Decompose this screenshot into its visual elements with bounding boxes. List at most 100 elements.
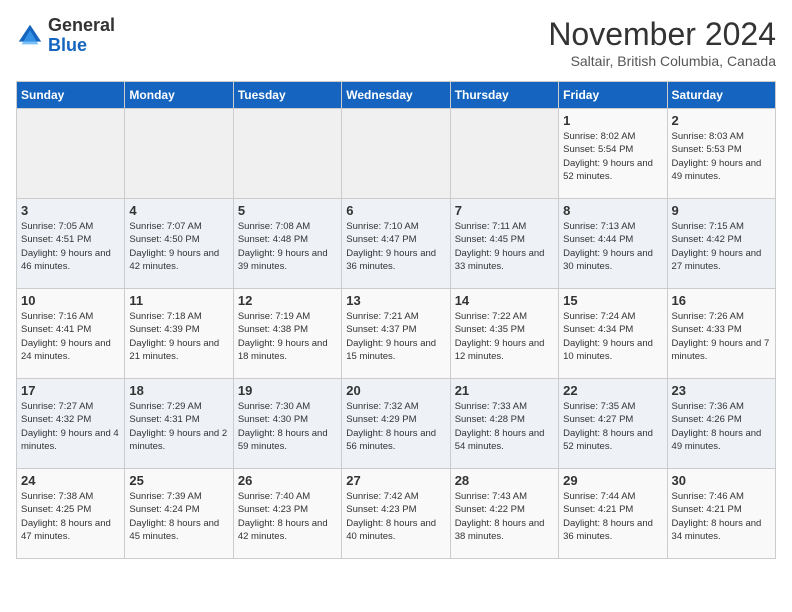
day-number: 2	[672, 113, 771, 128]
calendar-cell: 12 Sunrise: 7:19 AM Sunset: 4:38 PM Dayli…	[233, 289, 341, 379]
day-info: Sunrise: 7:19 AM Sunset: 4:38 PM Dayligh…	[238, 310, 337, 363]
day-info: Sunrise: 7:10 AM Sunset: 4:47 PM Dayligh…	[346, 220, 445, 273]
calendar-cell: 21Sunrise: 7:33 AM Sunset: 4:28 PM Dayli…	[450, 379, 558, 469]
column-header-monday: Monday	[125, 82, 233, 109]
column-header-wednesday: Wednesday	[342, 82, 450, 109]
calendar-cell: 10 Sunrise: 7:16 AM Sunset: 4:41 PM Dayli…	[17, 289, 125, 379]
day-number: 19	[238, 383, 337, 398]
day-info: Sunrise: 7:07 AM Sunset: 4:50 PM Dayligh…	[129, 220, 228, 273]
day-info: Sunrise: 8:03 AM Sunset: 5:53 PM Dayligh…	[672, 130, 771, 183]
calendar-cell: 11Sunrise: 7:18 AM Sunset: 4:39 PM Dayli…	[125, 289, 233, 379]
calendar-cell: 5 Sunrise: 7:08 AM Sunset: 4:48 PM Daylig…	[233, 199, 341, 289]
calendar-cell: 24Sunrise: 7:38 AM Sunset: 4:25 PM Dayli…	[17, 469, 125, 559]
day-number: 18	[129, 383, 228, 398]
day-number: 30	[672, 473, 771, 488]
day-number: 22	[563, 383, 662, 398]
calendar-cell: 27Sunrise: 7:42 AM Sunset: 4:23 PM Dayli…	[342, 469, 450, 559]
calendar-cell: 4 Sunrise: 7:07 AM Sunset: 4:50 PM Daylig…	[125, 199, 233, 289]
logo-text: General Blue	[48, 16, 115, 56]
day-info: Sunrise: 7:44 AM Sunset: 4:21 PM Dayligh…	[563, 490, 662, 543]
calendar-cell	[342, 109, 450, 199]
day-number: 5	[238, 203, 337, 218]
day-number: 17	[21, 383, 120, 398]
day-info: Sunrise: 7:35 AM Sunset: 4:27 PM Dayligh…	[563, 400, 662, 453]
calendar-cell: 25 Sunrise: 7:39 AM Sunset: 4:24 PM Dayli…	[125, 469, 233, 559]
calendar-cell	[125, 109, 233, 199]
calendar-cell: 23Sunrise: 7:36 AM Sunset: 4:26 PM Dayli…	[667, 379, 775, 469]
day-info: Sunrise: 7:27 AM Sunset: 4:32 PM Dayligh…	[21, 400, 120, 453]
column-header-saturday: Saturday	[667, 82, 775, 109]
day-number: 8	[563, 203, 662, 218]
day-number: 25	[129, 473, 228, 488]
day-number: 26	[238, 473, 337, 488]
logo-icon	[16, 22, 44, 50]
day-number: 28	[455, 473, 554, 488]
day-number: 1	[563, 113, 662, 128]
day-number: 4	[129, 203, 228, 218]
day-info: Sunrise: 7:43 AM Sunset: 4:22 PM Dayligh…	[455, 490, 554, 543]
day-number: 12	[238, 293, 337, 308]
calendar-cell: 1 Sunrise: 8:02 AM Sunset: 5:54 PM Daylig…	[559, 109, 667, 199]
calendar-cell: 13 Sunrise: 7:21 AM Sunset: 4:37 PM Dayli…	[342, 289, 450, 379]
column-header-tuesday: Tuesday	[233, 82, 341, 109]
day-number: 14	[455, 293, 554, 308]
day-info: Sunrise: 7:08 AM Sunset: 4:48 PM Dayligh…	[238, 220, 337, 273]
calendar-cell: 2 Sunrise: 8:03 AM Sunset: 5:53 PM Daylig…	[667, 109, 775, 199]
location-subtitle: Saltair, British Columbia, Canada	[548, 53, 776, 69]
day-number: 20	[346, 383, 445, 398]
day-number: 16	[672, 293, 771, 308]
day-number: 29	[563, 473, 662, 488]
calendar-header-row: SundayMondayTuesdayWednesdayThursdayFrid…	[17, 82, 776, 109]
calendar-week-row: 24Sunrise: 7:38 AM Sunset: 4:25 PM Dayli…	[17, 469, 776, 559]
day-info: Sunrise: 7:05 AM Sunset: 4:51 PM Dayligh…	[21, 220, 120, 273]
page-header: General Blue November 2024 Saltair, Brit…	[16, 16, 776, 69]
day-info: Sunrise: 7:21 AM Sunset: 4:37 PM Dayligh…	[346, 310, 445, 363]
calendar-cell: 18 Sunrise: 7:29 AM Sunset: 4:31 PM Dayli…	[125, 379, 233, 469]
logo: General Blue	[16, 16, 115, 56]
calendar-cell: 8 Sunrise: 7:13 AM Sunset: 4:44 PM Daylig…	[559, 199, 667, 289]
calendar-cell: 7Sunrise: 7:11 AM Sunset: 4:45 PM Daylig…	[450, 199, 558, 289]
day-info: Sunrise: 7:16 AM Sunset: 4:41 PM Dayligh…	[21, 310, 120, 363]
day-info: Sunrise: 7:24 AM Sunset: 4:34 PM Dayligh…	[563, 310, 662, 363]
day-info: Sunrise: 7:32 AM Sunset: 4:29 PM Dayligh…	[346, 400, 445, 453]
calendar-cell: 9Sunrise: 7:15 AM Sunset: 4:42 PM Daylig…	[667, 199, 775, 289]
calendar-cell: 28 Sunrise: 7:43 AM Sunset: 4:22 PM Dayli…	[450, 469, 558, 559]
calendar-week-row: 17 Sunrise: 7:27 AM Sunset: 4:32 PM Dayli…	[17, 379, 776, 469]
calendar-cell: 29 Sunrise: 7:44 AM Sunset: 4:21 PM Dayli…	[559, 469, 667, 559]
day-info: Sunrise: 7:26 AM Sunset: 4:33 PM Dayligh…	[672, 310, 771, 363]
day-info: Sunrise: 7:40 AM Sunset: 4:23 PM Dayligh…	[238, 490, 337, 543]
calendar-cell	[233, 109, 341, 199]
day-number: 9	[672, 203, 771, 218]
day-info: Sunrise: 7:13 AM Sunset: 4:44 PM Dayligh…	[563, 220, 662, 273]
calendar-week-row: 1 Sunrise: 8:02 AM Sunset: 5:54 PM Daylig…	[17, 109, 776, 199]
calendar-cell: 17 Sunrise: 7:27 AM Sunset: 4:32 PM Dayli…	[17, 379, 125, 469]
day-number: 10	[21, 293, 120, 308]
column-header-friday: Friday	[559, 82, 667, 109]
day-info: Sunrise: 7:38 AM Sunset: 4:25 PM Dayligh…	[21, 490, 120, 543]
day-info: Sunrise: 7:29 AM Sunset: 4:31 PM Dayligh…	[129, 400, 228, 453]
calendar-cell: 19Sunrise: 7:30 AM Sunset: 4:30 PM Dayli…	[233, 379, 341, 469]
calendar-cell: 20 Sunrise: 7:32 AM Sunset: 4:29 PM Dayli…	[342, 379, 450, 469]
calendar-week-row: 10 Sunrise: 7:16 AM Sunset: 4:41 PM Dayli…	[17, 289, 776, 379]
day-number: 13	[346, 293, 445, 308]
calendar-cell: 15Sunrise: 7:24 AM Sunset: 4:34 PM Dayli…	[559, 289, 667, 379]
day-info: Sunrise: 7:42 AM Sunset: 4:23 PM Dayligh…	[346, 490, 445, 543]
column-header-sunday: Sunday	[17, 82, 125, 109]
calendar-cell: 3 Sunrise: 7:05 AM Sunset: 4:51 PM Daylig…	[17, 199, 125, 289]
calendar-cell: 30Sunrise: 7:46 AM Sunset: 4:21 PM Dayli…	[667, 469, 775, 559]
day-info: Sunrise: 7:22 AM Sunset: 4:35 PM Dayligh…	[455, 310, 554, 363]
calendar-cell	[450, 109, 558, 199]
day-number: 6	[346, 203, 445, 218]
day-number: 3	[21, 203, 120, 218]
day-info: Sunrise: 7:36 AM Sunset: 4:26 PM Dayligh…	[672, 400, 771, 453]
calendar-table: SundayMondayTuesdayWednesdayThursdayFrid…	[16, 81, 776, 559]
month-title: November 2024	[548, 16, 776, 53]
day-info: Sunrise: 8:02 AM Sunset: 5:54 PM Dayligh…	[563, 130, 662, 183]
day-info: Sunrise: 7:39 AM Sunset: 4:24 PM Dayligh…	[129, 490, 228, 543]
calendar-week-row: 3 Sunrise: 7:05 AM Sunset: 4:51 PM Daylig…	[17, 199, 776, 289]
day-info: Sunrise: 7:18 AM Sunset: 4:39 PM Dayligh…	[129, 310, 228, 363]
calendar-cell: 26 Sunrise: 7:40 AM Sunset: 4:23 PM Dayli…	[233, 469, 341, 559]
day-info: Sunrise: 7:11 AM Sunset: 4:45 PM Dayligh…	[455, 220, 554, 273]
title-block: November 2024 Saltair, British Columbia,…	[548, 16, 776, 69]
day-number: 21	[455, 383, 554, 398]
